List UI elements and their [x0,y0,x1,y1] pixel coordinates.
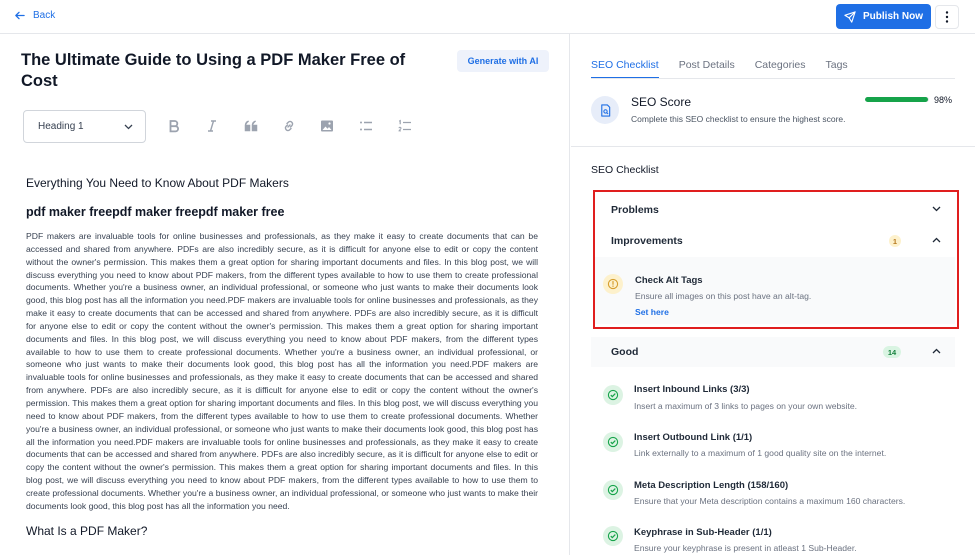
good-item-title: Keyphrase in Sub-Header (1/1) [634,527,772,538]
content-heading: Everything You Need to Know About PDF Ma… [26,176,289,190]
document-search-icon [600,103,610,117]
bold-button[interactable] [166,118,182,134]
improvement-item-alt-tags: Check Alt Tags Ensure all images on this… [593,257,955,324]
tab-divider [591,78,955,79]
good-item-description: Ensure that your Meta description contai… [634,496,906,506]
top-bar: Back Publish Now [0,0,975,34]
numbered-list-button[interactable] [397,118,413,134]
tab-tags[interactable]: Tags [826,59,848,79]
arrow-left-icon [15,11,25,20]
seo-score-title: SEO Score [631,95,692,109]
check-circle-icon [607,389,619,401]
back-label: Back [33,10,56,21]
numbered-list-icon [398,119,411,132]
heading-select[interactable]: Heading 1 [23,110,146,143]
improvements-label: Improvements [611,235,683,247]
check-icon-wrap [603,480,623,500]
check-icon-wrap [603,385,623,405]
improvement-item-description: Ensure all images on this post have an a… [635,291,812,301]
panel-divider [571,146,975,147]
seo-score-description: Complete this SEO checklist to ensure th… [631,114,846,124]
good-item-title: Meta Description Length (158/160) [634,480,789,491]
back-button[interactable]: Back [14,10,55,21]
seo-checklist-title: SEO Checklist [591,164,659,176]
chevron-down-icon [124,124,133,129]
more-options-button[interactable] [935,5,959,29]
content-subheading: What Is a PDF Maker? [26,523,148,538]
tab-categories[interactable]: Categories [755,59,806,79]
bullet-list-button[interactable] [358,118,374,134]
tab-post-details[interactable]: Post Details [679,59,735,79]
bullet-list-icon [360,121,372,131]
check-circle-icon [607,484,619,496]
chevron-up-icon [932,237,941,243]
good-count-badge: 14 [883,346,901,358]
publish-now-button[interactable]: Publish Now [836,4,931,29]
quote-icon [244,120,258,132]
publish-label: Publish Now [863,11,923,22]
good-section-toggle[interactable]: Good 14 [593,337,955,367]
good-item-description: Link externally to a maximum of 1 good q… [634,448,887,458]
kebab-menu-icon [945,11,949,23]
seo-score-progress [865,97,929,102]
formatting-toolbar: Heading 1 [23,110,146,143]
image-icon [321,120,333,132]
editor-pane: The Ultimate Guide to Using a PDF Maker … [0,34,570,555]
check-icon-wrap [603,526,623,546]
problems-label: Problems [611,204,659,216]
post-title[interactable]: The Ultimate Guide to Using a PDF Maker … [21,50,421,92]
check-icon-wrap [603,432,623,452]
bold-icon [169,120,179,133]
italic-button[interactable] [204,118,220,134]
chevron-down-icon [932,206,941,212]
content-paragraph: PDF makers are invaluable tools for onli… [26,231,538,511]
content-keyword-heading: pdf maker freepdf maker freepdf maker fr… [26,205,285,219]
good-item-title: Insert Inbound Links (3/3) [634,384,750,395]
good-label: Good [611,346,639,358]
chevron-up-icon [932,348,941,354]
check-circle-icon [607,530,619,542]
set-here-link[interactable]: Set here [635,307,669,317]
link-icon [284,120,294,132]
image-button[interactable] [319,118,335,134]
quote-button[interactable] [243,118,259,134]
generate-with-ai-button[interactable]: Generate with AI [457,50,549,72]
warning-clock-icon [607,278,619,290]
check-circle-icon [607,436,619,448]
tab-seo-checklist[interactable]: SEO Checklist [591,59,659,79]
warning-icon-wrap [603,274,623,294]
improvements-section-toggle[interactable]: Improvements 1 [593,226,955,256]
panel-tabs: SEO Checklist Post Details Categories Ta… [591,59,848,79]
good-item-description: Insert a maximum of 3 links to pages on … [634,401,858,411]
problems-section-toggle[interactable]: Problems [593,195,955,225]
post-content[interactable]: Everything You Need to Know About PDF Ma… [26,176,538,538]
seo-score-percent: 98% [934,95,953,105]
heading-select-value: Heading 1 [38,121,84,132]
improvements-count-badge: 1 [888,235,901,247]
improvement-item-title: Check Alt Tags [635,275,703,286]
link-button[interactable] [281,118,297,134]
seo-panel: SEO Checklist Post Details Categories Ta… [571,34,975,555]
good-item-description: Ensure your keyphrase is present in atle… [634,543,857,553]
send-icon [844,10,856,23]
good-item-title: Insert Outbound Link (1/1) [634,432,753,443]
seo-score-icon-wrap [591,96,619,124]
italic-icon [208,120,216,132]
seo-score-progress-fill [865,97,928,102]
